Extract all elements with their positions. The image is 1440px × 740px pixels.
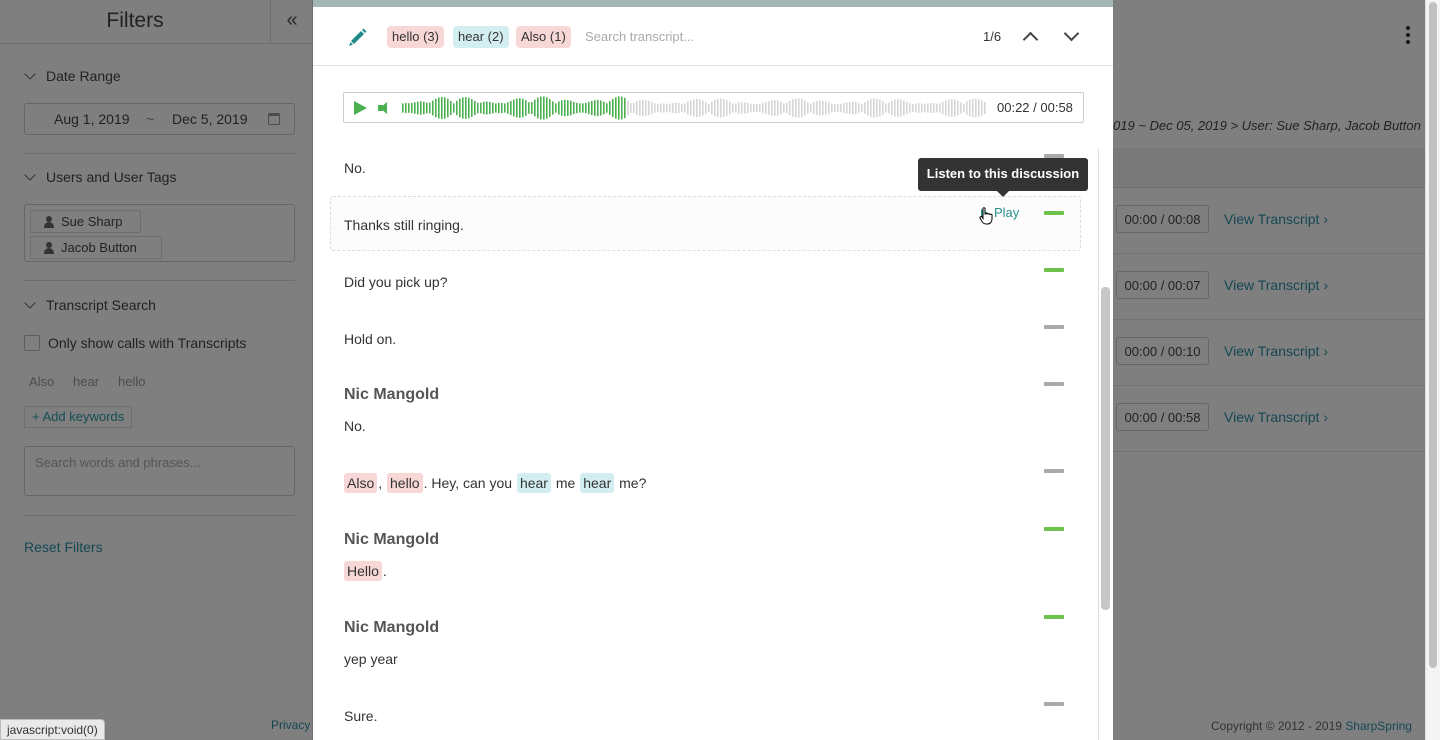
match-counter: 1/6	[983, 29, 1002, 44]
keyword-highlight: Also	[344, 473, 378, 493]
waveform[interactable]	[402, 95, 988, 121]
speaker-marker	[1044, 325, 1064, 329]
keyword-highlight: hear	[516, 473, 551, 493]
transcript-line[interactable]: Hold on.	[344, 331, 396, 347]
audio-player[interactable]: 00:22 / 00:58	[343, 92, 1084, 123]
keyword-highlight: hello	[387, 473, 423, 493]
transcript-line[interactable]: Also, hello. Hey, can you hear me hear m…	[343, 473, 646, 493]
transcript-scrollbar-thumb[interactable]	[1101, 287, 1110, 610]
transcript-line[interactable]: Did you pick up?	[344, 274, 448, 290]
speaker-marker	[1044, 469, 1064, 473]
hand-cursor-icon	[979, 207, 993, 225]
keyword-chip[interactable]: hello (3)	[387, 26, 444, 48]
keyword-chip[interactable]: hear (2)	[453, 26, 509, 48]
previous-match-button[interactable]	[1020, 27, 1040, 47]
speaker-name: Nic Mangold	[344, 619, 440, 636]
transcript-scrollbar[interactable]	[1098, 149, 1099, 740]
speaker-marker	[1044, 268, 1064, 272]
speaker-marker	[1044, 211, 1064, 215]
transcript-body: No. Thanks still ringing. Play Did you p…	[313, 135, 1098, 740]
status-bar: javascript:void(0)	[0, 719, 105, 740]
play-icon[interactable]	[354, 101, 367, 115]
volume-icon[interactable]	[378, 102, 392, 114]
transcript-line[interactable]: Thanks still ringing.	[344, 217, 464, 233]
keyword-highlight: Hello	[344, 561, 382, 581]
transcript-line[interactable]: Hello.	[343, 561, 387, 581]
transcript-line[interactable]: No.	[344, 418, 366, 434]
speaker-marker	[1044, 382, 1064, 386]
speaker-marker	[1044, 702, 1064, 706]
transcript-line[interactable]: No.	[344, 160, 366, 176]
page-scrollbar-thumb[interactable]	[1429, 2, 1437, 668]
speaker-marker	[1044, 527, 1064, 531]
speaker-name: Nic Mangold	[344, 386, 440, 403]
next-match-button[interactable]	[1061, 27, 1081, 47]
transcript-toolbar: hello (3) hear (2) Also (1) Search trans…	[313, 7, 1113, 66]
transcript-line[interactable]: yep year	[344, 651, 398, 667]
search-transcript-input[interactable]: Search transcript...	[585, 29, 694, 44]
keyword-highlight: hear	[580, 473, 615, 493]
transcript-modal: hello (3) hear (2) Also (1) Search trans…	[313, 0, 1113, 740]
player-time: 00:22 / 00:58	[997, 100, 1073, 115]
pencil-icon[interactable]	[347, 26, 369, 48]
speaker-name: Nic Mangold	[344, 531, 440, 548]
speaker-marker	[1044, 615, 1064, 619]
listen-tooltip: Listen to this discussion	[918, 158, 1088, 197]
keyword-chip[interactable]: Also (1)	[516, 26, 571, 48]
transcript-line[interactable]: Sure.	[344, 708, 377, 724]
